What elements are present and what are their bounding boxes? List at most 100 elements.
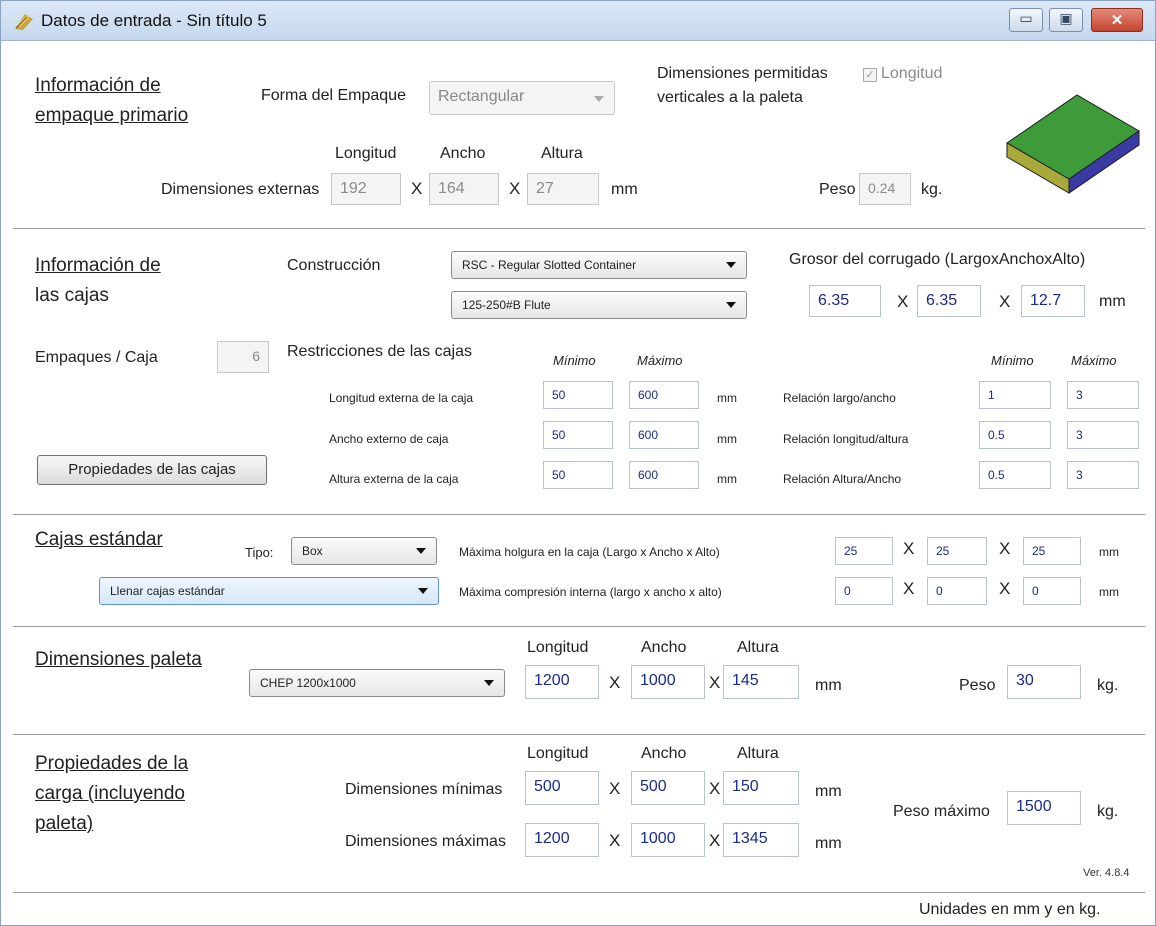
min-header: Mínimo (991, 353, 1034, 368)
construction-label: Construcción (287, 257, 381, 274)
col-height-header: Altura (737, 745, 779, 762)
unit-mm: mm (1099, 293, 1126, 310)
section-title: Cajas estándar (35, 529, 163, 550)
box-type-select-value: Box (302, 544, 323, 558)
unit-mm: mm (717, 391, 737, 405)
col-height-header: Altura (737, 639, 779, 656)
external-dims-label: Dimensiones externas (161, 181, 320, 198)
ratio-min-field[interactable]: 1 (979, 381, 1051, 409)
compression-width-field[interactable]: 0 (927, 577, 987, 605)
length-checkbox[interactable]: ✓ (863, 68, 877, 82)
section-title: las cajas (35, 285, 109, 306)
load-min-width-field[interactable]: 500 (631, 771, 705, 805)
ratio-label: Relación longitud/altura (783, 432, 909, 446)
max-dims-label: Dimensiones máximas (345, 833, 506, 850)
standard-boxes-section: Cajas estándar Tipo: Box Llenar cajas es… (13, 515, 1145, 627)
times-separator: X (609, 779, 621, 798)
slack-label: Máxima holgura en la caja (Largo x Ancho… (459, 545, 720, 559)
flute-select-value: 125-250#B Flute (462, 298, 551, 312)
times-separator: X (903, 579, 915, 598)
flute-select[interactable]: 125-250#B Flute (451, 291, 747, 319)
restriction-min-field[interactable]: 50 (543, 421, 613, 449)
pallet-width-field[interactable]: 1000 (631, 665, 705, 699)
app-icon (15, 14, 33, 30)
pallet-type-select[interactable]: CHEP 1200x1000 (249, 669, 505, 697)
load-max-length-field[interactable]: 1200 (525, 823, 599, 857)
col-length-header: Longitud (335, 145, 397, 162)
compression-height-field[interactable]: 0 (1023, 577, 1081, 605)
load-section: Propiedades de la carga (incluyendo pale… (13, 735, 1145, 893)
times-separator: X (609, 831, 621, 850)
vertical-label: Dimensiones permitidas (657, 65, 828, 82)
ratio-max-field[interactable]: 3 (1067, 381, 1139, 409)
ratio-label: Relación largo/ancho (783, 391, 896, 405)
slack-length-field[interactable]: 25 (835, 537, 893, 565)
section-title: Información de (35, 255, 161, 276)
shape-label: Forma del Empaque (261, 87, 406, 104)
col-length-header: Longitud (527, 745, 589, 762)
times-separator: X (709, 779, 721, 798)
maximize-button[interactable]: ▣ (1049, 8, 1083, 32)
unit-kg: kg. (1097, 677, 1119, 694)
col-width-header: Ancho (440, 145, 486, 162)
times-separator: X (999, 292, 1011, 311)
max-weight-field[interactable]: 1500 (1007, 791, 1081, 825)
ratio-min-field[interactable]: 0.5 (979, 461, 1051, 489)
min-header: Mínimo (553, 353, 596, 368)
restriction-row-label: Altura externa de la caja (329, 472, 459, 486)
load-max-width-field[interactable]: 1000 (631, 823, 705, 857)
pallet-length-field[interactable]: 1200 (525, 665, 599, 699)
pallet-height-field[interactable]: 145 (723, 665, 799, 699)
chevron-down-icon (594, 96, 604, 102)
chevron-down-icon (726, 262, 736, 268)
restriction-row-label: Ancho externo de caja (329, 432, 449, 446)
unit-mm: mm (611, 181, 638, 198)
ratio-min-field[interactable]: 0.5 (979, 421, 1051, 449)
chevron-down-icon (726, 302, 736, 308)
primary-height-field[interactable]: 27 (527, 173, 599, 205)
window: Datos de entrada - Sin título 5 ▭ ▣ ✕ In… (0, 0, 1156, 926)
min-dims-label: Dimensiones mínimas (345, 781, 503, 798)
thickness-length-field[interactable]: 6.35 (809, 285, 881, 317)
section-title: Propiedades de la (35, 753, 189, 774)
unit-mm: mm (1099, 585, 1119, 599)
slack-height-field[interactable]: 25 (1023, 537, 1081, 565)
box-type-select[interactable]: Box (291, 537, 437, 565)
load-min-length-field[interactable]: 500 (525, 771, 599, 805)
ratio-max-field[interactable]: 3 (1067, 461, 1139, 489)
fill-standard-select[interactable]: Llenar cajas estándar (99, 577, 439, 605)
restriction-min-field[interactable]: 50 (543, 461, 613, 489)
load-min-height-field[interactable]: 150 (723, 771, 799, 805)
construction-select[interactable]: RSC - Regular Slotted Container (451, 251, 747, 279)
weight-label: Peso (959, 677, 996, 694)
primary-length-field[interactable]: 192 (331, 173, 401, 205)
slack-width-field[interactable]: 25 (927, 537, 987, 565)
load-max-height-field[interactable]: 1345 (723, 823, 799, 857)
col-width-header: Ancho (641, 745, 687, 762)
chevron-down-icon (416, 548, 426, 554)
minimize-icon: ▭ (1019, 10, 1033, 26)
maximize-icon: ▣ (1059, 10, 1073, 26)
restriction-min-field[interactable]: 50 (543, 381, 613, 409)
primary-weight-field[interactable]: 0.24 (859, 173, 911, 205)
shape-select[interactable]: Rectangular (429, 81, 615, 115)
ratio-max-field[interactable]: 3 (1067, 421, 1139, 449)
minimize-button[interactable]: ▭ (1009, 8, 1043, 32)
thickness-height-field[interactable]: 12.7 (1021, 285, 1085, 317)
thickness-width-field[interactable]: 6.35 (917, 285, 981, 317)
packs-per-box-field[interactable]: 6 (217, 341, 269, 373)
close-button[interactable]: ✕ (1091, 8, 1143, 32)
primary-width-field[interactable]: 164 (429, 173, 499, 205)
pallet-weight-field[interactable]: 30 (1007, 665, 1081, 699)
restriction-max-field[interactable]: 600 (629, 381, 699, 409)
restriction-max-field[interactable]: 600 (629, 421, 699, 449)
restriction-max-field[interactable]: 600 (629, 461, 699, 489)
compression-length-field[interactable]: 0 (835, 577, 893, 605)
times-separator: X (411, 179, 423, 198)
window-title: Datos de entrada - Sin título 5 (41, 11, 267, 30)
vertical-label: verticales a la paleta (657, 89, 803, 106)
times-separator: X (609, 673, 621, 692)
col-length-header: Longitud (527, 639, 589, 656)
times-separator: X (999, 539, 1011, 558)
box-properties-button[interactable]: Propiedades de las cajas (37, 455, 267, 485)
